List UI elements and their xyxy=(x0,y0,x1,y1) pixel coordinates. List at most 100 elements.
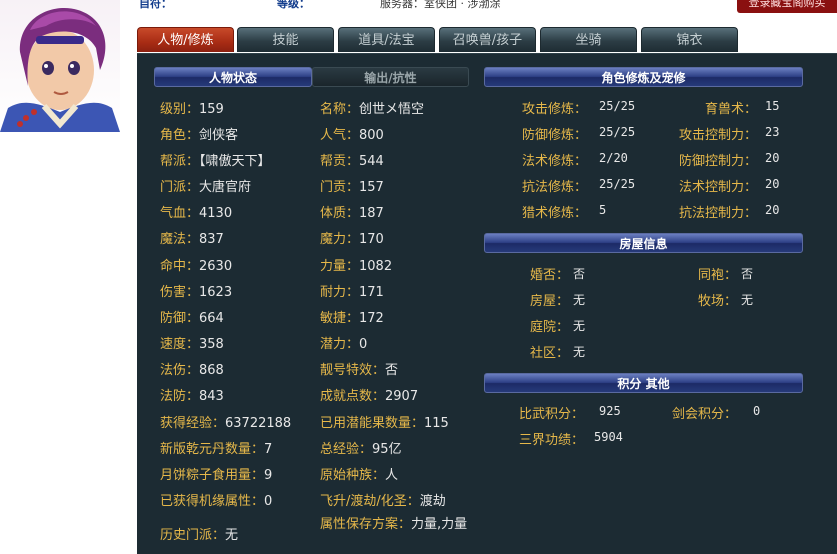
points-item-0-value: 925 xyxy=(599,404,621,418)
status-left-row-0-value: 159 xyxy=(199,102,224,117)
house-right-1-value: 无 xyxy=(741,293,754,307)
status-right-row-12-label: 已用潜能果数量： xyxy=(320,416,425,431)
status-right-row-7: 耐力：171 xyxy=(320,281,384,300)
status-right-row-12-value: 115 xyxy=(424,416,449,431)
status-left-row-12-value: 63722188 xyxy=(225,416,292,431)
tab-character[interactable]: 人物/修炼 xyxy=(137,27,234,52)
cultivation-right-3-label: 法术控制力： xyxy=(678,180,757,195)
status-right-row-10-label: 靓号特效： xyxy=(320,363,386,378)
status-right-row-14-value: 人 xyxy=(385,468,399,483)
status-right-row-5-label: 魔力： xyxy=(320,232,360,247)
main-panel: 人物状态 输出/抗性 级别：159 角色：剑侠客 帮派：【啸傲天下】 门派：大唐官府气… xyxy=(137,54,837,554)
points-item-1-label: 剑会积分： xyxy=(671,407,737,422)
status-right-row-15-value: 渡劫 xyxy=(419,494,446,509)
cultivation-left-4-value: 5 xyxy=(599,203,607,217)
status-left-row-9-value: 358 xyxy=(199,337,224,352)
status-left-row-13-label: 新版乾元丹数量： xyxy=(160,442,265,457)
top-info-strip: 自符： 等级： 服务器：室侠团 · 涉渤涂 登录藏宝阁购买 xyxy=(137,0,837,14)
points-item-2-value: 5904 xyxy=(594,430,623,444)
cultivation-left-3-value: 25/25 xyxy=(599,177,636,191)
cultivation-left-4-label: 猎术修炼： xyxy=(521,206,587,221)
status-left-row-8: 防御：664 xyxy=(160,307,224,326)
buy-button[interactable]: 登录藏宝阁购买 xyxy=(737,0,837,13)
status-right-row-14: 原始种族：人 xyxy=(320,464,398,483)
tab-summons[interactable]: 召唤兽/孩子 xyxy=(439,27,536,52)
status-left-row-16-value: 无 xyxy=(225,528,239,543)
status-left-row-7: 伤害：1623 xyxy=(160,281,232,300)
cultivation-right-4-label: 抗法控制力： xyxy=(678,206,757,221)
status-right-row-4-label: 体质： xyxy=(320,206,360,221)
status-right-row-8-value: 172 xyxy=(359,311,384,326)
status-right-row-13: 总经验：95亿 xyxy=(320,438,402,457)
house-right-1-label: 牧场： xyxy=(697,294,737,309)
status-left-row-5: 魔法：837 xyxy=(160,228,224,247)
status-left-row-11: 法防：843 xyxy=(160,385,224,404)
status-header[interactable]: 人物状态 xyxy=(154,67,312,87)
status-left-row-9: 速度：358 xyxy=(160,333,224,352)
status-left-row-2-value: 【啸傲天下】 xyxy=(199,154,271,169)
status-right-row-1-label: 人气： xyxy=(320,128,360,143)
points-item-2-label: 三界功绩： xyxy=(518,433,584,448)
character-avatar xyxy=(0,0,120,132)
status-right-row-1: 人气：800 xyxy=(320,124,384,143)
status-left-row-1: 角色：剑侠客 xyxy=(160,124,238,143)
status-left-row-5-label: 魔法： xyxy=(160,232,200,247)
status-right-row-9-value: 0 xyxy=(359,337,368,352)
cultivation-left-0-label: 攻击修炼： xyxy=(521,102,587,117)
tab-skills[interactable]: 技能 xyxy=(237,27,334,52)
tab-outfit[interactable]: 锦衣 xyxy=(641,27,738,52)
status-right-row-12: 已用潜能果数量：115 xyxy=(320,412,449,431)
status-left-row-1-value: 剑侠客 xyxy=(199,128,239,143)
top-partial-left: 自符： xyxy=(139,0,172,10)
status-right-row-11-label: 成就点数： xyxy=(320,389,386,404)
top-partial-right: 服务器：室侠团 · 涉渤涂 xyxy=(380,0,501,10)
status-left-row-0: 级别：159 xyxy=(160,98,224,117)
cultivation-right-1-label: 攻击控制力： xyxy=(678,128,757,143)
status-right-row-3-label: 门贡： xyxy=(320,180,360,195)
cultivation-right-2-label: 防御控制力： xyxy=(678,154,757,169)
cultivation-right-3-value: 20 xyxy=(765,177,780,191)
status-left-row-6-label: 命中： xyxy=(160,259,200,274)
house-header: 房屋信息 xyxy=(484,233,803,253)
status-right-row-7-value: 171 xyxy=(359,285,384,300)
cultivation-left-0-value: 25/25 xyxy=(599,99,636,113)
status-right-row-8-label: 敏捷： xyxy=(320,311,360,326)
status-left-row-0-label: 级别： xyxy=(160,102,200,117)
status-left-row-12-label: 获得经验： xyxy=(160,416,226,431)
status-left-row-2-label: 帮派： xyxy=(160,154,200,169)
cultivation-right-0-label: 育兽术： xyxy=(704,102,757,117)
cultivation-header: 角色修炼及宠修 xyxy=(484,67,803,87)
status-right-row-3-value: 157 xyxy=(359,180,384,195)
status-left-row-7-label: 伤害： xyxy=(160,285,200,300)
status-left-row-15-value: 0 xyxy=(264,494,273,509)
status-left-row-5-value: 837 xyxy=(199,232,224,247)
cultivation-right-2-value: 20 xyxy=(765,151,780,165)
status-left-row-13: 新版乾元丹数量：7 xyxy=(160,438,272,457)
status-left-row-1-label: 角色： xyxy=(160,128,200,143)
status-left-row-6: 命中：2630 xyxy=(160,255,232,274)
status-left-row-4-value: 4130 xyxy=(199,206,233,221)
status-right-row-3: 门贡：157 xyxy=(320,176,384,195)
status-right-row-16-value: 力量,力量 xyxy=(411,517,468,532)
house-left-2-value: 无 xyxy=(573,319,586,333)
house-left-3-label: 社区： xyxy=(529,346,569,361)
status-left-row-3-value: 大唐官府 xyxy=(199,180,252,195)
status-right-row-0-value: 创世メ悟空 xyxy=(359,102,425,117)
top-partial-mid: 等级： xyxy=(277,0,310,10)
status-right-row-6-label: 力量： xyxy=(320,259,360,274)
status-left-row-6-value: 2630 xyxy=(199,259,233,274)
output-resist-header[interactable]: 输出/抗性 xyxy=(312,67,469,87)
tab-mounts[interactable]: 坐骑 xyxy=(540,27,637,52)
status-right-row-6-value: 1082 xyxy=(359,259,393,274)
status-left-row-2: 帮派：【啸傲天下】 xyxy=(160,150,271,169)
status-right-row-11: 成就点数：2907 xyxy=(320,385,418,404)
cultivation-left-2-value: 2/20 xyxy=(599,151,628,165)
status-left-row-13-value: 7 xyxy=(264,442,273,457)
status-right-row-15: 飞升/渡劫/化圣：渡劫 xyxy=(320,490,446,509)
status-right-row-6: 力量：1082 xyxy=(320,255,392,274)
status-left-row-8-value: 664 xyxy=(199,311,224,326)
status-left-row-10: 法伤：868 xyxy=(160,359,224,378)
house-left-0-value: 否 xyxy=(573,267,586,281)
tab-items[interactable]: 道具/法宝 xyxy=(338,27,435,52)
character-portrait-icon xyxy=(0,7,120,132)
